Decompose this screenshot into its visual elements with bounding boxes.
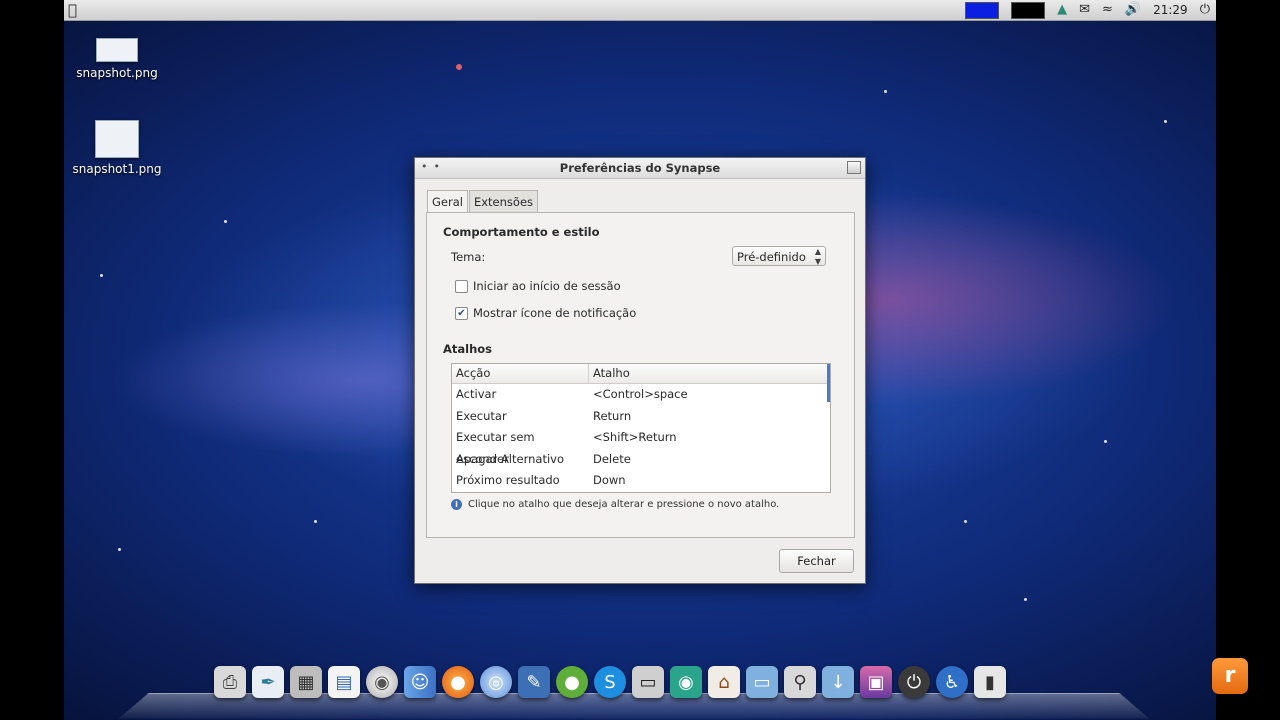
volume-icon[interactable]: 🔊 <box>1125 0 1141 20</box>
action-cell: Activar <box>456 387 497 401</box>
column-header-shortcut[interactable]: Atalho <box>589 364 630 383</box>
downloads-folder-icon[interactable]: ↓ <box>822 666 854 698</box>
table-header: Acção Atalho <box>452 364 830 384</box>
dock: ⎙ ✒ ▦ ▤ ◉ ☺ ● ◎ ✎ ● S ▭ ◉ ⌂ ▭ ⚲ ↓ ▣ ⏻ ♿ … <box>214 666 1006 698</box>
star <box>1024 598 1027 601</box>
star <box>1164 120 1167 123</box>
desktop-icon-label: snapshot1.png <box>72 162 162 176</box>
image-editor-icon[interactable]: ✎ <box>518 666 550 698</box>
notification-icon-checkbox[interactable]: ✔ <box>455 307 468 320</box>
desktop-icon-label: snapshot.png <box>76 66 158 80</box>
top-menubar:  ▲ ✉ ≈ 🔊 21:29 ⏻ <box>64 0 1216 21</box>
window-title: Preferências do Synapse <box>559 161 721 175</box>
close-button[interactable]: Fechar <box>779 549 854 573</box>
shortcut-cell[interactable]: Down <box>589 470 626 492</box>
disc-icon[interactable]: ◉ <box>366 666 398 698</box>
table-row[interactable]: Executar Return <box>452 406 830 428</box>
skype-icon[interactable]: S <box>594 666 626 698</box>
corner-app-icon[interactable]: r <box>1212 658 1248 694</box>
general-panel: Comportamento e estilo Tema: Pré-definid… <box>426 212 855 538</box>
star <box>100 274 103 277</box>
desktop:  ▲ ✉ ≈ 🔊 21:29 ⏻ snapshot.png snapshot1… <box>64 0 1216 720</box>
table-row[interactable]: Apagar Alternativo Delete <box>452 449 830 471</box>
table-row[interactable]: Próximo resultado Down <box>452 470 830 492</box>
star <box>118 548 121 551</box>
firefox-icon[interactable]: ● <box>442 666 474 698</box>
tab-bar: Geral Extensões <box>427 190 539 213</box>
maximize-button[interactable] <box>847 161 861 174</box>
spinner-arrows-icon: ▲ ▼ <box>814 247 821 266</box>
shortcut-cell[interactable]: <Shift>Return <box>589 427 677 449</box>
image-file-icon <box>96 38 138 62</box>
notification-icon-label[interactable]: Mostrar ícone de notificação <box>473 306 636 320</box>
star <box>314 520 317 523</box>
wifi-icon[interactable]: ≈ <box>1102 0 1113 20</box>
info-icon: i <box>451 499 462 510</box>
autostart-checkbox[interactable] <box>455 280 468 293</box>
printer-icon[interactable]: ⎙ <box>214 666 246 698</box>
theme-select[interactable]: Pré-definido ▲ ▼ <box>732 246 826 266</box>
magnifier-icon[interactable]: ⚲ <box>784 666 816 698</box>
desktop-icon-snapshot[interactable]: snapshot.png <box>64 38 172 80</box>
star <box>1104 440 1107 443</box>
finder-icon[interactable]: ☺ <box>404 666 436 698</box>
shortcuts-table: Acção Atalho Activar <Control>space Exec… <box>451 363 831 493</box>
document-icon[interactable]: ▤ <box>328 666 360 698</box>
shortcut-hint-text: Clique no atalho que deseja alterar e pr… <box>468 499 780 510</box>
synapse-preferences-window: •• Preferências do Synapse Geral Extensõ… <box>414 157 866 584</box>
tab-geral[interactable]: Geral <box>427 190 468 213</box>
calculator-icon[interactable]: ▦ <box>290 666 322 698</box>
column-header-action[interactable]: Acção <box>452 364 589 383</box>
shortcut-cell[interactable]: Delete <box>589 449 631 471</box>
tab-extensoes[interactable]: Extensões <box>468 190 539 213</box>
shortcut-hint: i Clique no atalho que deseja alterar e … <box>451 499 779 510</box>
battery-icon[interactable]: ▮ <box>974 666 1006 698</box>
desktop-icon-snapshot1[interactable]: snapshot1.png <box>64 120 172 176</box>
action-cell: Executar <box>456 408 507 423</box>
table-row[interactable]: Executar sem esconder <Shift>Return <box>452 427 830 466</box>
star <box>456 64 462 70</box>
star <box>884 90 887 93</box>
shortcut-cell[interactable]: <Control>space <box>589 384 688 406</box>
clock[interactable]: 21:29 <box>1153 3 1188 17</box>
accessibility-icon[interactable]: ♿ <box>936 666 968 698</box>
table-row[interactable]: Activar <Control>space <box>452 384 830 406</box>
mail-icon[interactable]: ✉ <box>1079 0 1090 20</box>
network-icon[interactable]: ▲ <box>1057 0 1067 20</box>
star <box>964 520 967 523</box>
apple-menu-icon[interactable]:  <box>68 1 77 19</box>
chrome-icon[interactable]: ◎ <box>480 666 512 698</box>
photo-viewer-icon[interactable]: ▣ <box>860 666 892 698</box>
autostart-label[interactable]: Iniciar ao início de sessão <box>473 279 621 293</box>
feather-app-icon[interactable]: ✒ <box>252 666 284 698</box>
action-cell: Apagar Alternativo <box>456 451 564 466</box>
monitor-icon[interactable]: ▭ <box>632 666 664 698</box>
theme-label: Tema: <box>451 250 486 264</box>
shortcut-cell[interactable]: Return <box>589 406 631 428</box>
action-cell: Executar sem esconder <box>456 430 535 466</box>
color-swatch-black[interactable] <box>1011 1 1046 19</box>
color-swatch-blue[interactable] <box>965 1 1000 19</box>
synapse-icon[interactable]: ◉ <box>670 666 702 698</box>
theme-select-value: Pré-definido <box>737 250 806 264</box>
pidgin-icon[interactable]: ● <box>556 666 588 698</box>
window-titlebar[interactable]: •• Preferências do Synapse <box>415 158 865 179</box>
image-file-icon <box>95 120 139 158</box>
home-folder-icon[interactable]: ⌂ <box>708 666 740 698</box>
system-tray: ▲ ✉ ≈ 🔊 21:29 ⏻ <box>965 0 1210 20</box>
folder-icon[interactable]: ▭ <box>746 666 778 698</box>
power-icon[interactable]: ⏻ <box>1200 0 1210 20</box>
power-button-icon[interactable]: ⏻ <box>898 666 930 698</box>
star <box>224 220 227 223</box>
behavior-heading: Comportamento e estilo <box>443 225 600 239</box>
scrollbar[interactable] <box>827 364 830 402</box>
shortcuts-heading: Atalhos <box>443 342 493 356</box>
action-cell: Próximo resultado <box>456 473 560 488</box>
